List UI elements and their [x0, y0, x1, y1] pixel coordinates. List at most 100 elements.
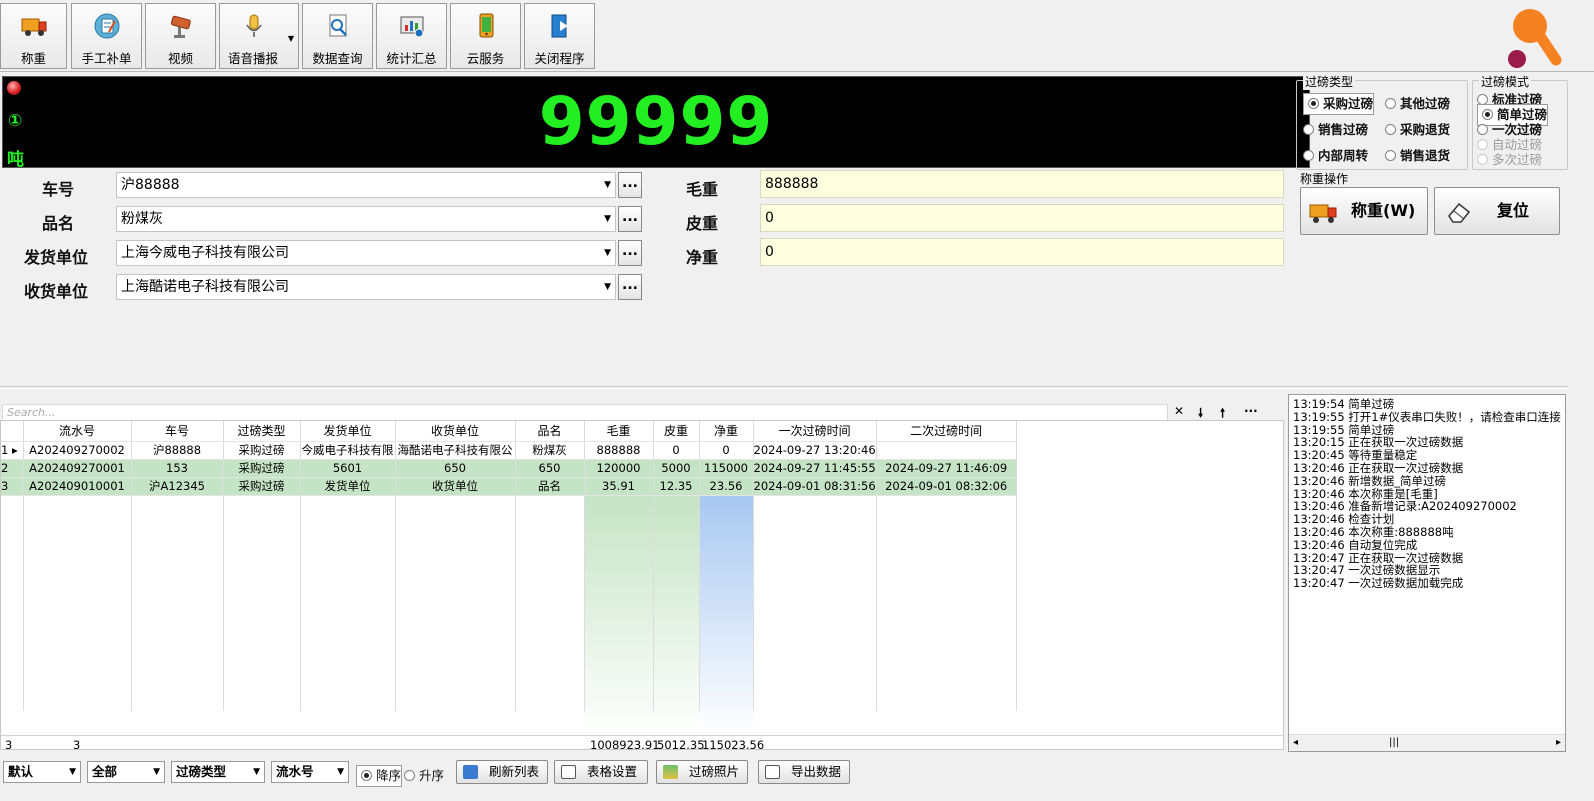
table-row[interactable]: 3 A202409010001 沪A12345 采购过磅 发货单位 收货单位 品名 35.91…: [1, 477, 1017, 496]
scroll-thumb[interactable]: |||: [1389, 737, 1399, 748]
type-filter-select[interactable]: 过磅类型 ▼: [171, 761, 265, 783]
receiver-more-button[interactable]: ...: [618, 274, 642, 300]
empty-cell: [223, 585, 301, 603]
weigh-button[interactable]: 称重: [0, 3, 67, 69]
net-field[interactable]: 0: [760, 238, 1284, 266]
cell-gross: 120000: [584, 459, 654, 478]
empty-cell: [653, 603, 700, 621]
empty-cell: [699, 549, 754, 567]
tare-label: 皮重: [686, 214, 719, 233]
empty-cell: [876, 585, 1017, 603]
refresh-list-button[interactable]: 刷新列表: [456, 760, 548, 784]
empty-cell: [753, 495, 877, 513]
cloud-service-button[interactable]: 云服务: [450, 3, 521, 69]
manual-entry-button[interactable]: 手工补单: [71, 3, 142, 69]
cell-product: 粉煤灰: [515, 441, 585, 460]
weigh-photos-button[interactable]: 过磅照片: [656, 760, 748, 784]
empty-cell: [23, 585, 132, 603]
cell-receiver: 海酷诺电子科技有限公: [395, 441, 516, 460]
eraser-icon: [1445, 198, 1473, 244]
clear-search-icon[interactable]: ✕: [1174, 404, 1184, 418]
table-row[interactable]: 1 ▸ A202409270002 沪88888 采购过磅 今威电子科技有限 海酷诺电子科…: [1, 441, 1017, 460]
empty-cell: [395, 621, 516, 639]
gross-field[interactable]: 888888: [760, 170, 1284, 198]
col-header-sender[interactable]: 发货单位: [300, 421, 396, 442]
weigh-action-button[interactable]: 称重(W): [1300, 187, 1428, 235]
col-header-net[interactable]: 净重: [699, 421, 754, 442]
plate-combo[interactable]: 沪88888 ▼: [116, 172, 616, 198]
radio-purchase-return[interactable]: 采购退货: [1385, 119, 1450, 138]
radio-sort-asc[interactable]: 升序: [404, 765, 444, 784]
close-program-button[interactable]: 关闭程序: [524, 3, 595, 69]
empty-cell: [584, 567, 654, 585]
product-combo[interactable]: 粉煤灰 ▼: [116, 206, 616, 232]
statistics-button[interactable]: 统计汇总: [376, 3, 447, 69]
radio-sales[interactable]: 销售过磅: [1303, 119, 1368, 138]
empty-cell: [1, 531, 24, 549]
scroll-right-icon[interactable]: ▸: [1556, 737, 1561, 748]
col-header-receiver[interactable]: 收货单位: [395, 421, 516, 442]
dropdown-arrow-icon: ▼: [604, 214, 611, 224]
empty-cell: [753, 693, 877, 711]
empty-cell: [23, 531, 132, 549]
empty-row: [1, 657, 1017, 675]
empty-cell: [23, 513, 132, 531]
summary-tare: 5012.35: [657, 738, 705, 750]
col-header-tare[interactable]: 皮重: [653, 421, 700, 442]
receiver-combo[interactable]: 上海酷诺电子科技有限公司 ▼: [116, 274, 616, 300]
table-settings-button[interactable]: 表格设置: [554, 760, 648, 784]
empty-cell: [699, 567, 754, 585]
radio-sort-desc[interactable]: 降序: [356, 765, 403, 787]
col-header-first-time[interactable]: 一次过磅时间: [753, 421, 877, 442]
sender-more-button[interactable]: ...: [618, 240, 642, 266]
cell-sender: 今威电子科技有限: [300, 441, 396, 460]
cell-first-time: 2024-09-27 11:45:55: [753, 459, 877, 478]
scope-select[interactable]: 全部 ▼: [87, 761, 165, 783]
empty-cell: [395, 531, 516, 549]
log-line: 13:20:46 自动复位完成: [1293, 537, 1418, 552]
phone-icon: [472, 12, 500, 40]
data-query-button[interactable]: 数据查询: [302, 3, 373, 69]
sender-combo[interactable]: 上海今威电子科技有限公司 ▼: [116, 240, 616, 266]
tare-field[interactable]: 0: [760, 204, 1284, 232]
radio-purchase[interactable]: 采购过磅: [1303, 93, 1375, 115]
empty-cell: [395, 549, 516, 567]
col-header-plate[interactable]: 车号: [131, 421, 224, 442]
col-header-serial[interactable]: 流水号: [23, 421, 132, 442]
splitter[interactable]: [0, 386, 1568, 389]
empty-cell: [653, 675, 700, 693]
voice-broadcast-button[interactable]: 语音播报 ▼: [219, 3, 299, 69]
plate-more-button[interactable]: ...: [618, 172, 642, 198]
video-button[interactable]: 视频: [145, 3, 216, 69]
cell-gross: 888888: [584, 441, 654, 460]
dropdown-arrow-icon[interactable]: ▼: [288, 34, 294, 43]
empty-cell: [699, 531, 754, 549]
product-more-button[interactable]: ...: [618, 206, 642, 232]
col-header-second-time[interactable]: 二次过磅时间: [876, 421, 1017, 442]
export-data-button[interactable]: 导出数据: [758, 760, 850, 784]
radio-sales-return[interactable]: 销售退货: [1385, 145, 1450, 164]
more-icon[interactable]: ···: [1244, 404, 1258, 418]
scroll-left-icon[interactable]: ◂: [1293, 737, 1298, 748]
view-select[interactable]: 默认 ▼: [3, 761, 81, 783]
col-header-type[interactable]: 过磅类型: [223, 421, 301, 442]
empty-cell: [131, 585, 224, 603]
sort-field-select[interactable]: 流水号 ▼: [271, 761, 349, 783]
empty-cell: [753, 621, 877, 639]
empty-cell: [515, 675, 585, 693]
weigh-mode-group: 过磅模式 标准过磅 简单过磅 一次过磅 自动过磅 多次过磅: [1472, 73, 1568, 170]
col-header-gross[interactable]: 毛重: [584, 421, 654, 442]
summary-gross: 1008923.91: [590, 738, 660, 750]
cell-plate: 沪A12345: [131, 477, 224, 496]
table-row[interactable]: 2 A202409270001 153 采购过磅 5601 650 650 120000 500…: [1, 459, 1017, 478]
cell-type: 采购过磅: [223, 477, 301, 496]
col-header-product[interactable]: 品名: [515, 421, 585, 442]
empty-cell: [699, 603, 754, 621]
empty-cell: [653, 495, 700, 513]
radio-internal-transfer[interactable]: 内部周转: [1303, 145, 1368, 164]
empty-cell: [395, 603, 516, 621]
reset-button[interactable]: 复位: [1434, 187, 1560, 235]
cell-type: 采购过磅: [223, 441, 301, 460]
radio-other[interactable]: 其他过磅: [1385, 93, 1450, 112]
log-horizontal-scrollbar[interactable]: ◂ ||| ▸: [1289, 734, 1565, 751]
